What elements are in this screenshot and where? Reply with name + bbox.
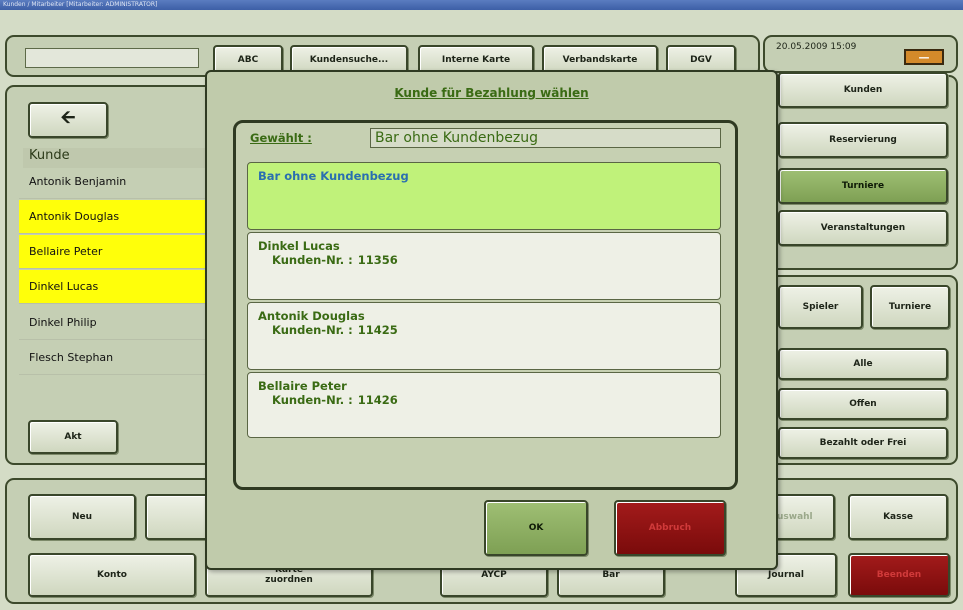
customer-list-item[interactable]: Antonik Douglas (19, 200, 231, 234)
selected-label: Gewählt : (250, 131, 312, 145)
customer-option-name: Dinkel Lucas (258, 239, 340, 253)
filter-offen[interactable]: Offen (778, 388, 948, 420)
customer-option-name: Antonik Douglas (258, 309, 365, 323)
kasse-button[interactable]: Kasse (848, 494, 948, 540)
customer-number-value: 11426 (357, 393, 398, 407)
window-title: Kunden / Mitarbeiter [Mitarbeiter: ADMIN… (0, 0, 963, 10)
reservierung-button[interactable]: Reservierung (778, 122, 948, 158)
customer-option[interactable]: Dinkel Lucas Kunden-Nr. : 11356 (247, 232, 721, 300)
customer-list-item[interactable]: Antonik Benjamin (19, 165, 231, 199)
customer-number-label: Kunden-Nr. : (272, 323, 353, 337)
minimize-icon: — (918, 50, 930, 64)
customer-list-item[interactable]: Dinkel Lucas (19, 270, 231, 304)
customer-option[interactable]: Bar ohne Kundenbezug (247, 162, 721, 230)
neu-button[interactable]: Neu (28, 494, 136, 540)
customer-number-label: Kunden-Nr. : (272, 253, 353, 267)
back-button[interactable]: 🡨 (28, 102, 108, 138)
konto-button[interactable]: Konto (28, 553, 196, 597)
customer-number-label: Kunden-Nr. : (272, 393, 353, 407)
customer-list-item[interactable]: Flesch Stephan (19, 341, 231, 375)
akt-button[interactable]: Akt (28, 420, 118, 454)
filter-alle[interactable]: Alle (778, 348, 948, 380)
cancel-button[interactable]: Abbruch (614, 500, 726, 556)
datetime-text: 20.05.2009 15:09 (776, 42, 857, 52)
customer-option-name: Bellaire Peter (258, 379, 347, 393)
minimize-button[interactable]: — (904, 49, 944, 65)
customer-option-name: Bar ohne Kundenbezug (258, 169, 409, 183)
selected-value-field: Bar ohne Kundenbezug (370, 128, 721, 148)
dialog-title: Kunde für Bezahlung wählen (394, 86, 589, 100)
customer-number: Kunden-Nr. : 11425 (258, 323, 710, 337)
zuordnen-label: zuordnen (265, 575, 313, 585)
customer-number: Kunden-Nr. : 11356 (258, 253, 710, 267)
kunden-button[interactable]: Kunden (778, 72, 948, 108)
ok-button[interactable]: OK (484, 500, 588, 556)
customer-number-value: 11425 (357, 323, 398, 337)
customer-number-value: 11356 (357, 253, 398, 267)
customer-list-item[interactable]: Bellaire Peter (19, 235, 231, 269)
customer-option[interactable]: Bellaire Peter Kunden-Nr. : 11426 (247, 372, 721, 438)
arrow-left-icon: 🡨 (60, 107, 76, 128)
veranstaltungen-button[interactable]: Veranstaltungen (778, 210, 948, 246)
filter-bezahlt[interactable]: Bezahlt oder Frei (778, 427, 948, 459)
customer-option[interactable]: Antonik Douglas Kunden-Nr. : 11425 (247, 302, 721, 370)
turniere-nav-button[interactable]: Turniere (778, 168, 948, 204)
beenden-button[interactable]: Beenden (848, 553, 950, 597)
spieler-button[interactable]: Spieler (778, 285, 863, 329)
search-field[interactable] (25, 48, 199, 68)
turniere-filter-button[interactable]: Turniere (870, 285, 950, 329)
customer-number: Kunden-Nr. : 11426 (258, 393, 710, 407)
customer-list-item[interactable]: Dinkel Philip (19, 306, 231, 340)
